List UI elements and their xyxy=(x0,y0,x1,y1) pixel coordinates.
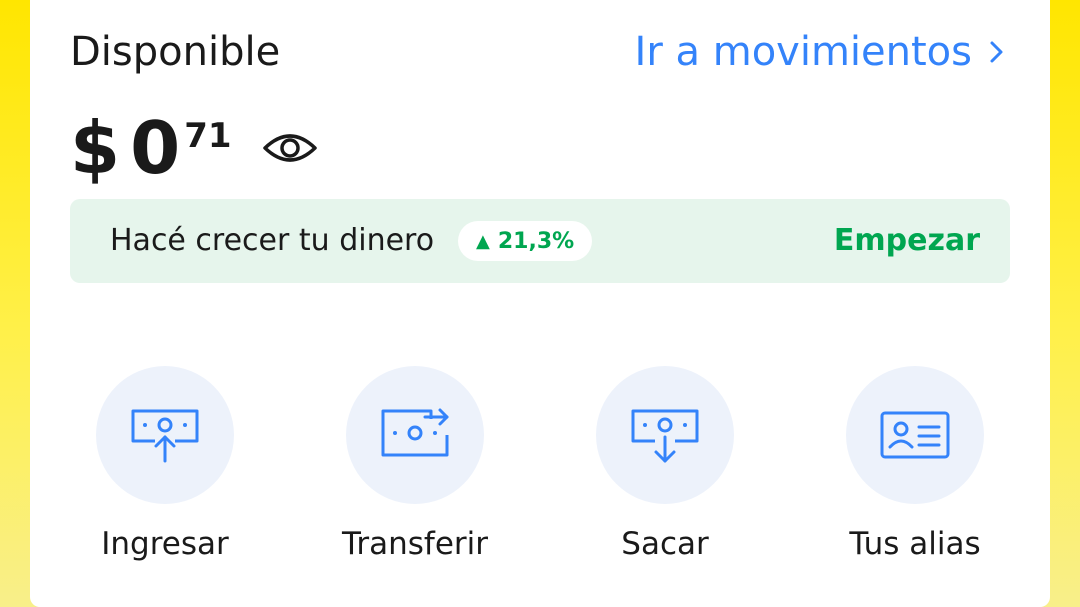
action-alias-circle[interactable] xyxy=(846,366,984,504)
account-card: Disponible Ir a movimientos $ 0 71 Hacé … xyxy=(30,0,1050,607)
withdraw-bill-icon xyxy=(631,409,699,463)
balance-amount: $ 0 71 xyxy=(70,108,318,188)
action-alias-label: Tus alias xyxy=(849,526,981,562)
balance-cents: 71 xyxy=(184,116,232,156)
chevron-right-icon xyxy=(990,41,1003,63)
action-withdraw-circle[interactable] xyxy=(596,366,734,504)
action-deposit[interactable]: Ingresar xyxy=(70,366,260,576)
balance-whole: 0 xyxy=(130,106,181,190)
available-label: Disponible xyxy=(70,29,281,75)
action-transfer-circle[interactable] xyxy=(346,366,484,504)
investment-promo-banner[interactable]: Hacé crecer tu dinero ▲ 21,3% Empezar xyxy=(70,199,1010,283)
action-transfer-label: Transferir xyxy=(341,526,488,562)
balance-currency: $ xyxy=(70,106,121,190)
action-withdraw[interactable]: Sacar xyxy=(570,366,760,576)
yield-badge: ▲ 21,3% xyxy=(458,221,593,261)
yield-value: 21,3% xyxy=(497,228,575,254)
movements-link[interactable]: Ir a movimientos xyxy=(635,26,1010,78)
action-deposit-circle[interactable] xyxy=(96,366,234,504)
up-triangle-icon: ▲ xyxy=(476,230,490,252)
transfer-bill-icon xyxy=(381,408,449,457)
account-header: Disponible Ir a movimientos xyxy=(70,26,1010,78)
action-transfer[interactable]: Transferir xyxy=(320,366,510,576)
deposit-bill-icon xyxy=(131,409,199,463)
quick-actions: Ingresar Transferir Sacar Tus alias xyxy=(70,366,1070,576)
promo-text: Hacé crecer tu dinero xyxy=(110,223,435,258)
movements-link-label: Ir a movimientos xyxy=(634,29,972,75)
action-alias[interactable]: Tus alias xyxy=(820,366,1010,576)
action-withdraw-label: Sacar xyxy=(621,526,709,562)
id-card-icon xyxy=(880,411,950,459)
start-button[interactable]: Empezar xyxy=(834,199,980,283)
action-deposit-label: Ingresar xyxy=(101,526,229,562)
eye-icon[interactable] xyxy=(262,128,318,168)
